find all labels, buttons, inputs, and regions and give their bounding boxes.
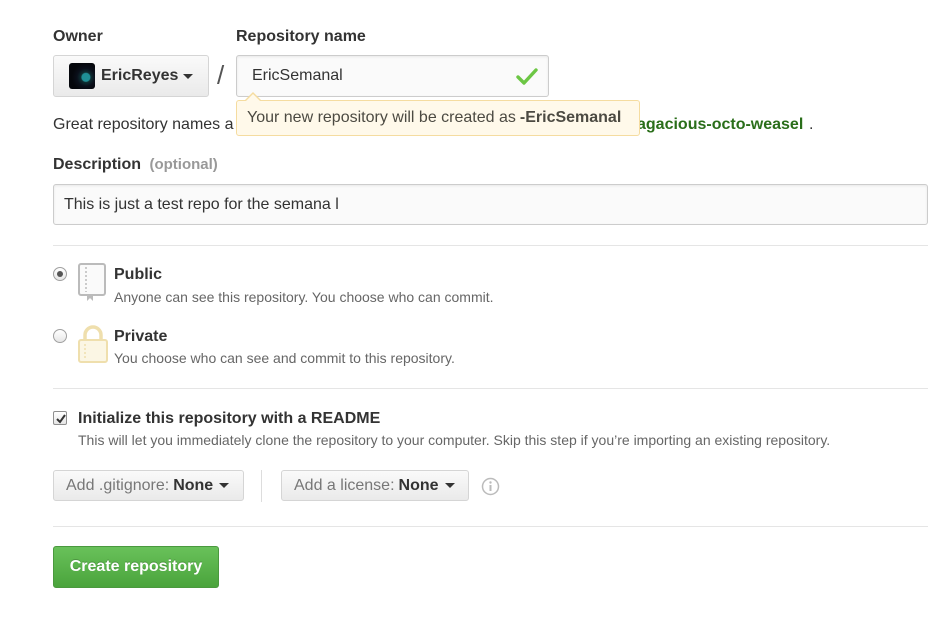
private-radio[interactable] <box>53 329 67 343</box>
description-label: Description (optional) <box>53 156 218 174</box>
gitignore-label: Add .gitignore: <box>66 476 170 494</box>
owner-select-button[interactable]: EricReyes <box>53 55 209 97</box>
private-description: You choose who can see and commit to thi… <box>114 350 455 366</box>
divider <box>53 245 928 246</box>
lock-icon <box>78 325 108 363</box>
checkmark-icon <box>56 414 66 424</box>
tooltip-repo-name: -EricSemanal <box>519 109 622 126</box>
description-optional: (optional) <box>149 156 218 173</box>
hint-text: Great repository names a <box>53 116 234 133</box>
chevron-down-icon <box>444 483 455 488</box>
create-repository-button[interactable]: Create repository <box>53 546 219 588</box>
description-input[interactable] <box>53 184 928 225</box>
license-select[interactable]: Add a license: None <box>281 470 469 501</box>
license-value: None <box>398 476 439 494</box>
book-icon <box>78 263 106 301</box>
readme-title: Initialize this repository with a README <box>78 410 381 427</box>
owner-label: Owner <box>53 28 103 45</box>
repository-name-suggestion[interactable]: agacious-octo-weasel <box>637 116 803 134</box>
owner-name: EricReyes <box>101 67 179 84</box>
repository-name-input[interactable] <box>236 55 549 97</box>
avatar <box>69 63 95 89</box>
repository-name-tooltip: Your new repository will be created as -… <box>236 100 640 136</box>
gitignore-value: None <box>173 476 214 494</box>
private-title: Private <box>114 328 168 345</box>
repository-name-hint: Great repository names a <box>53 116 234 134</box>
owner-repo-separator: / <box>217 60 225 90</box>
readme-checkbox[interactable] <box>53 411 67 425</box>
repository-name-label: Repository name <box>236 28 366 45</box>
gitignore-select[interactable]: Add .gitignore: None <box>53 470 244 501</box>
select-separator <box>261 470 262 502</box>
info-icon[interactable] <box>481 477 500 496</box>
tooltip-text: Your new repository will be created as <box>247 109 516 126</box>
check-icon <box>516 68 538 85</box>
readme-description: This will let you immediately clone the … <box>78 432 831 448</box>
tooltip-arrow-fill <box>246 94 260 101</box>
chevron-down-icon <box>183 73 194 79</box>
license-label: Add a license: <box>294 476 395 494</box>
public-title: Public <box>114 266 163 283</box>
description-label-text: Description <box>53 156 142 173</box>
new-repository-form: Owner Repository name EricReyes / Great … <box>0 0 943 634</box>
divider <box>53 526 928 527</box>
public-radio[interactable] <box>53 267 67 281</box>
chevron-down-icon <box>219 483 230 488</box>
hint-suffix: . <box>809 116 814 133</box>
public-description: Anyone can see this repository. You choo… <box>114 289 494 305</box>
divider <box>53 388 928 389</box>
